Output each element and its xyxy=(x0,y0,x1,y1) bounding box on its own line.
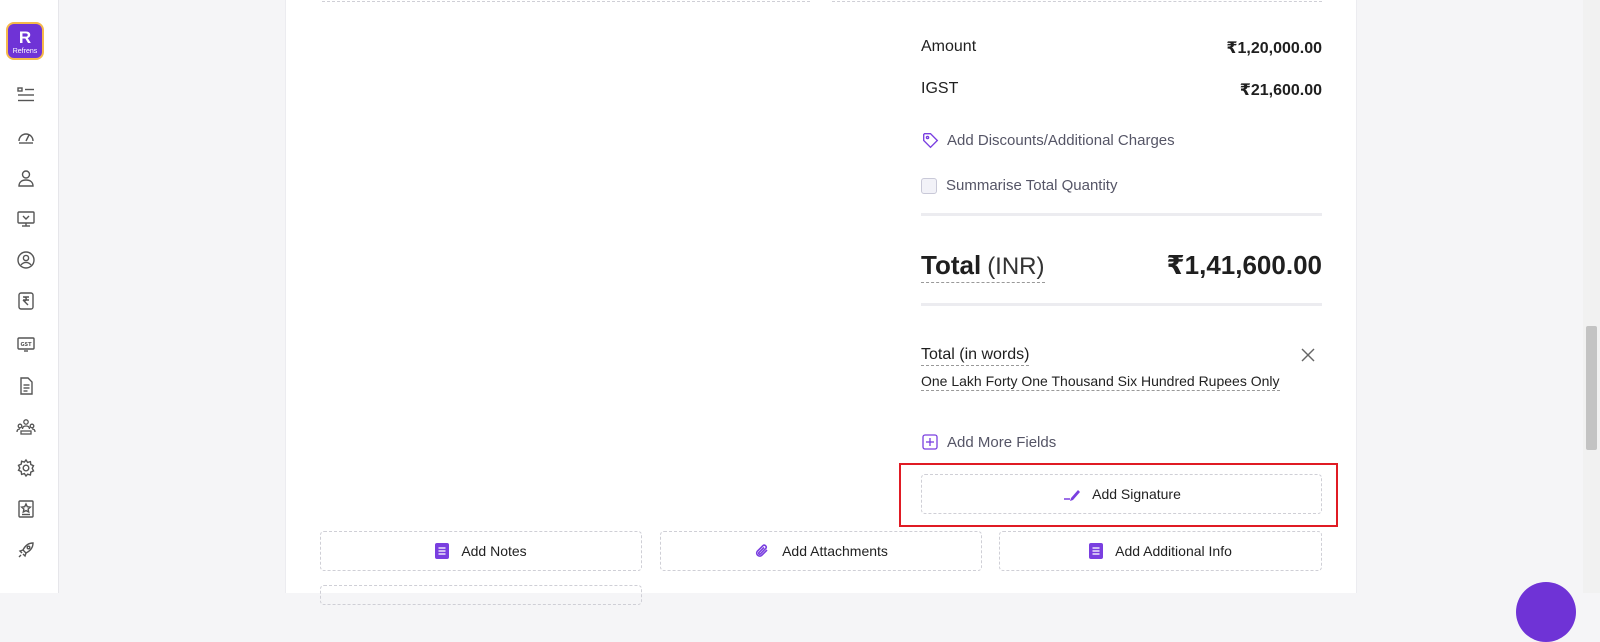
chat-widget-button[interactable] xyxy=(1516,582,1576,642)
amount-label: Amount xyxy=(921,38,977,55)
scrollbar-track[interactable] xyxy=(1583,0,1600,593)
settings-icon[interactable] xyxy=(15,457,37,479)
svg-text:GST: GST xyxy=(20,342,32,348)
plus-square-icon xyxy=(921,433,939,451)
team-icon[interactable] xyxy=(15,416,37,438)
amount-row: Amount ₹1,20,000.00 xyxy=(921,38,1322,58)
total-value: ₹1,41,600.00 xyxy=(1166,250,1322,280)
pen-icon xyxy=(1062,487,1082,501)
add-additional-info-label: Add Additional Info xyxy=(1115,543,1232,559)
total-label[interactable]: Total (INR) xyxy=(921,250,1045,283)
total-in-words-text[interactable]: One Lakh Forty One Thousand Six Hundred … xyxy=(921,373,1280,391)
scrollbar-thumb[interactable] xyxy=(1586,326,1597,450)
top-field-border xyxy=(322,0,810,2)
profile-icon[interactable] xyxy=(15,249,37,271)
user-icon[interactable] xyxy=(15,167,37,189)
document-icon[interactable] xyxy=(15,375,37,397)
add-additional-info-button[interactable]: Add Additional Info xyxy=(999,531,1322,571)
add-discounts-link[interactable]: Add Discounts/Additional Charges xyxy=(921,131,1175,149)
top-field-border xyxy=(832,0,1322,2)
info-doc-icon xyxy=(1089,543,1104,559)
amount-value: ₹1,20,000.00 xyxy=(1226,40,1322,57)
tag-icon xyxy=(921,131,939,149)
star-doc-icon[interactable] xyxy=(15,498,37,520)
igst-value: ₹21,600.00 xyxy=(1239,82,1322,99)
add-more-fields-label: Add More Fields xyxy=(947,433,1057,451)
add-discounts-label: Add Discounts/Additional Charges xyxy=(947,131,1175,149)
notes-icon xyxy=(435,543,450,559)
paperclip-icon xyxy=(754,543,770,559)
add-notes-label: Add Notes xyxy=(461,543,527,559)
add-attachments-label: Add Attachments xyxy=(782,543,888,559)
close-icon[interactable] xyxy=(1300,347,1316,363)
divider xyxy=(921,303,1322,306)
summarise-quantity-row[interactable]: Summarise Total Quantity xyxy=(921,177,1117,194)
total-currency: (INR) xyxy=(987,253,1045,280)
summarise-quantity-checkbox[interactable] xyxy=(921,177,937,194)
add-more-fields-link[interactable]: Add More Fields xyxy=(921,433,1056,451)
gst-icon[interactable]: GST xyxy=(15,333,37,355)
rocket-icon[interactable] xyxy=(15,539,37,561)
total-row: Total (INR) ₹1,41,600.00 xyxy=(921,250,1322,283)
summarise-quantity-label: Summarise Total Quantity xyxy=(946,177,1118,194)
add-attachments-button[interactable]: Add Attachments xyxy=(660,531,982,571)
next-field-stub xyxy=(320,585,642,605)
list-icon[interactable] xyxy=(15,84,37,106)
logo-text: Refrens xyxy=(12,48,38,55)
monitor-icon[interactable] xyxy=(15,208,37,230)
add-notes-button[interactable]: Add Notes xyxy=(320,531,642,571)
rupee-icon[interactable] xyxy=(15,290,37,312)
igst-label: IGST xyxy=(921,80,959,97)
app-logo[interactable]: R Refrens xyxy=(6,22,44,60)
add-signature-button[interactable]: Add Signature xyxy=(921,474,1322,514)
sidebar: R Refrens GST xyxy=(0,0,59,593)
total-label-group: Total (INR) xyxy=(921,250,1045,283)
dashboard-icon[interactable] xyxy=(15,126,37,148)
logo-mark: R xyxy=(18,28,32,47)
divider xyxy=(921,213,1322,216)
total-in-words-label[interactable]: Total (in words) xyxy=(921,346,1030,366)
add-signature-label: Add Signature xyxy=(1092,486,1181,502)
igst-row: IGST ₹21,600.00 xyxy=(921,80,1322,100)
